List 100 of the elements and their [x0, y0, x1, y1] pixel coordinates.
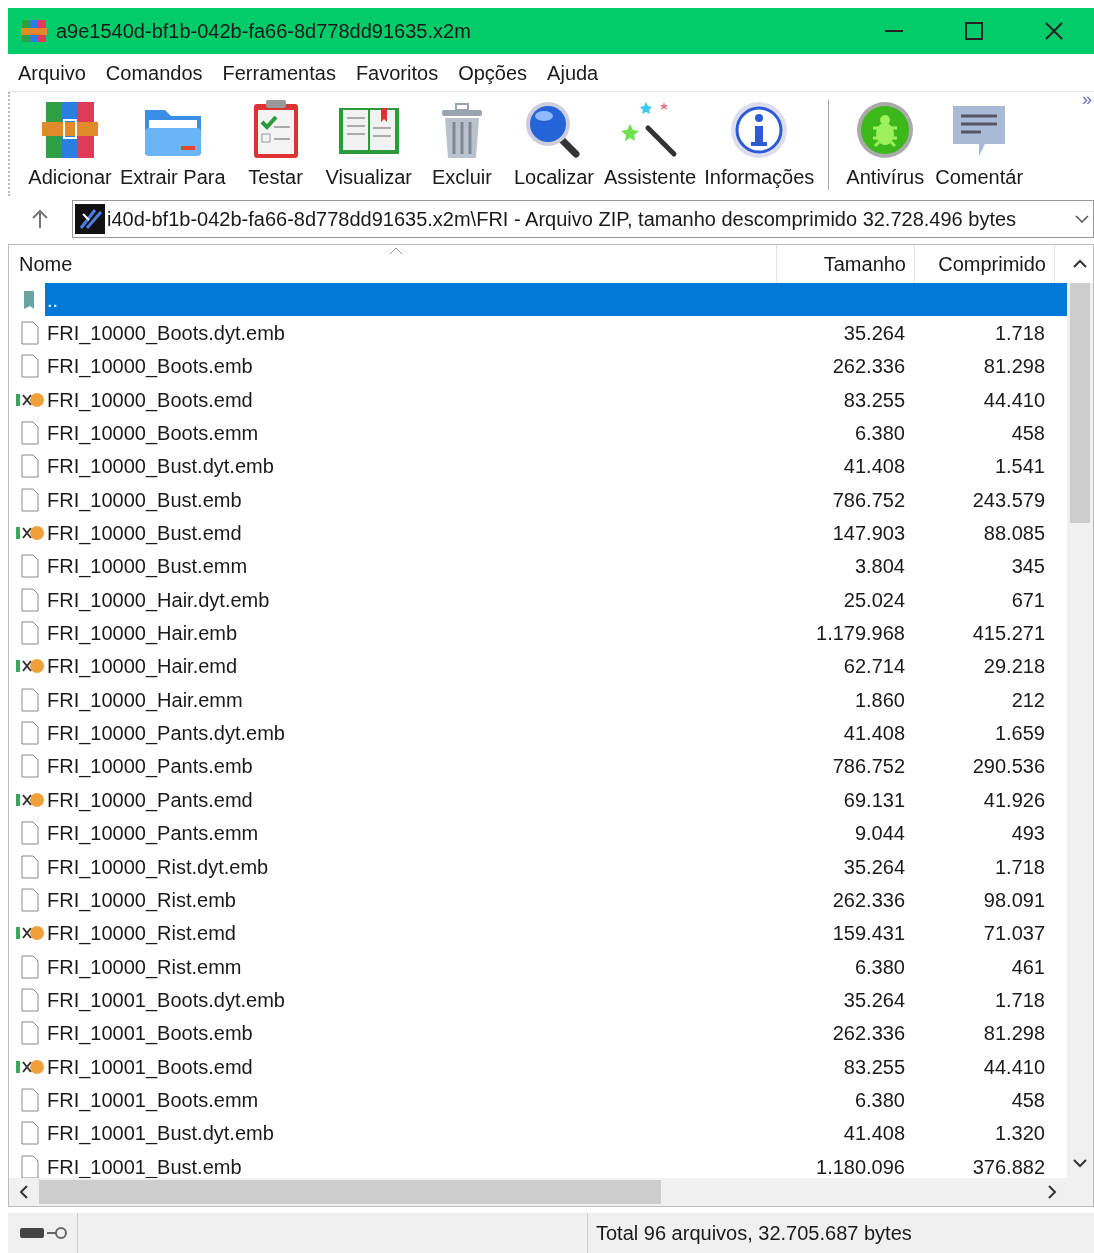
address-field[interactable]: i40d-bf1b-042b-fa66-8d778dd91635.x2m\FRI - Arquivo ZIP, tamanho descomprimido 32.728.496 bytes — [72, 200, 1094, 238]
size-text: 262.336 — [832, 354, 905, 380]
app-logo-icon — [75, 204, 105, 234]
minimize-icon — [885, 30, 903, 32]
menu-item[interactable]: Ajuda — [547, 57, 599, 88]
packed-size-text: 1.718 — [994, 987, 1045, 1013]
size-text: 41.408 — [843, 721, 905, 747]
file-row[interactable]: FRI_10000_Hair.emd 62.714 29.218 — [45, 649, 1067, 684]
file-row[interactable]: FRI_10000_Boots.emd 83.255 44.410 — [45, 383, 1067, 417]
toolbar-button[interactable]: Testar — [229, 98, 322, 192]
size-text: 41.408 — [843, 1121, 905, 1147]
file-row[interactable]: FRI_10000_Hair.dyt.emb 25.024 671 — [45, 583, 1067, 617]
file-row[interactable]: FRI_10000_Rist.dyt.emb 35.264 1.718 — [45, 849, 1067, 884]
file-row[interactable]: FRI_10000_Hair.emm 1.860 212 — [45, 683, 1067, 717]
address-text: i40d-bf1b-042b-fa66-8d778dd91635.x2m\FRI - Arquivo ZIP, tamanho descomprimido 32.728.496 bytes — [107, 207, 1018, 232]
toolbar-button[interactable]: Comentár — [931, 98, 1028, 192]
status-text: Total 96 arquivos, 32.705.687 bytes — [595, 1221, 912, 1246]
vertical-scrollbar[interactable] — [1067, 283, 1093, 1178]
more-button[interactable]: » — [1082, 86, 1092, 113]
file-row[interactable]: FRI_10000_Bust.emm 3.804 345 — [45, 549, 1067, 584]
packed-size-text: 98.091 — [983, 887, 1045, 913]
file-row[interactable]: FRI_10001_Boots.emd 83.255 44.410 — [45, 1049, 1067, 1084]
file-name: FRI_10001_Bust.dyt.emb — [46, 1121, 275, 1147]
file-row[interactable]: FRI_10001_Bust.emb 1.180.096 376.882 — [45, 1149, 1067, 1178]
size-text: 83.255 — [843, 1054, 905, 1080]
file-icon — [20, 1154, 40, 1178]
toolbar-button[interactable]: Visualizar — [321, 98, 416, 192]
file-row[interactable]: .. — [45, 283, 1067, 317]
toolbar-button[interactable]: Localizar — [507, 98, 600, 192]
toolbar-button[interactable]: Excluir — [415, 98, 508, 192]
toolbar-button[interactable]: Assistente — [599, 98, 701, 192]
size-text: 147.903 — [832, 521, 905, 547]
size-text: 6.380 — [854, 954, 905, 980]
packed-size-text: 44.410 — [983, 1054, 1045, 1080]
file-row[interactable]: FRI_10000_Rist.emb 262.336 98.091 — [45, 883, 1067, 917]
file-row[interactable]: FRI_10000_Boots.emm 6.380 458 — [45, 416, 1067, 450]
menu-item[interactable]: Favoritos — [355, 57, 439, 88]
size-text: 786.752 — [832, 487, 905, 513]
packed-size-text: 1.718 — [994, 854, 1045, 880]
file-row[interactable]: FRI_10000_Bust.emb 786.752 243.579 — [45, 483, 1067, 517]
file-name: FRI_10000_Hair.emd — [46, 654, 239, 680]
file-icon — [20, 454, 40, 479]
file-row[interactable]: FRI_10001_Boots.emb 262.336 81.298 — [45, 1016, 1067, 1050]
menu-item[interactable]: Ferramentas — [222, 57, 336, 88]
file-row[interactable]: FRI_10001_Bust.dyt.emb 41.408 1.320 — [45, 1116, 1067, 1150]
file-row[interactable]: FRI_10000_Hair.emb 1.179.968 415.271 — [45, 616, 1067, 650]
file-row[interactable]: FRI_10000_Pants.emd 69.131 41.926 — [45, 783, 1067, 817]
file-name: FRI_10000_Pants.emb — [46, 754, 254, 780]
menu-item[interactable]: Comandos — [105, 57, 203, 88]
file-row[interactable]: FRI_10000_Pants.emb 786.752 290.536 — [45, 749, 1067, 784]
file-row[interactable]: FRI_10000_Rist.emm 6.380 461 — [45, 949, 1067, 984]
menu-item[interactable]: Arquivo — [18, 57, 86, 88]
file-name: FRI_10000_Rist.emb — [46, 887, 237, 914]
file-name: .. — [46, 287, 60, 313]
file-icon — [20, 554, 40, 579]
file-row[interactable]: FRI_10000_Bust.dyt.emb 41.408 1.541 — [45, 449, 1067, 484]
file-icon — [20, 321, 40, 345]
scroll-up-icon[interactable] — [1073, 259, 1087, 269]
file-icon — [20, 854, 40, 879]
file-name: FRI_10000_Bust.emm — [46, 554, 249, 580]
file-row[interactable]: FRI_10000_Pants.dyt.emb 41.408 1.659 — [45, 716, 1067, 750]
dropdown-icon[interactable] — [1075, 214, 1089, 224]
toolbar-button[interactable]: Adicionar — [24, 98, 116, 192]
scroll-right-icon[interactable] — [1047, 1185, 1057, 1199]
size-text: 35.264 — [843, 987, 905, 1013]
size-text: 1.179.968 — [816, 621, 905, 647]
up-arrow-icon[interactable] — [30, 208, 50, 230]
file-icon — [20, 954, 40, 979]
file-name: FRI_10001_Boots.emd — [46, 1054, 254, 1081]
packed-size-text: 71.037 — [983, 921, 1045, 947]
file-name: FRI_10000_Boots.emd — [46, 387, 254, 414]
file-row[interactable]: FRI_10001_Boots.emm 6.380 458 — [45, 1083, 1067, 1117]
file-name: FRI_10001_Boots.dyt.emb — [46, 987, 286, 1014]
horizontal-scrollbar[interactable] — [9, 1178, 1093, 1206]
scrollbar-thumb[interactable] — [39, 1180, 661, 1204]
file-name: FRI_10001_Boots.emm — [46, 1087, 260, 1114]
file-row[interactable]: FRI_10000_Pants.emm 9.044 493 — [45, 816, 1067, 850]
file-icon — [20, 687, 40, 712]
window-title: a9e1540d-bf1b-042b-fa66-8d778dd91635.x2m — [56, 19, 471, 44]
toolbar-button[interactable]: Antivírus — [839, 98, 932, 192]
file-row[interactable]: FRI_10000_Rist.emd 159.431 71.037 — [45, 916, 1067, 950]
scrollbar-thumb[interactable] — [1070, 283, 1090, 523]
file-name: FRI_10000_Boots.emb — [46, 354, 254, 380]
toolbar-button[interactable]: Extrair Para — [116, 98, 230, 192]
file-row[interactable]: FRI_10001_Boots.dyt.emb 35.264 1.718 — [45, 983, 1067, 1017]
file-row[interactable]: FRI_10000_Bust.emd 147.903 88.085 — [45, 516, 1067, 550]
menu-item[interactable]: Opções — [458, 57, 528, 88]
size-text: 786.752 — [832, 754, 905, 780]
packed-size-text: 243.579 — [972, 487, 1045, 513]
scroll-left-icon[interactable] — [19, 1185, 29, 1199]
file-icon — [20, 587, 40, 612]
file-row[interactable]: FRI_10000_Boots.emb 262.336 81.298 — [45, 349, 1067, 384]
packed-size-text: 1.541 — [994, 454, 1045, 480]
file-row[interactable]: FRI_10000_Boots.dyt.emb 35.264 1.718 — [45, 316, 1067, 350]
file-name: FRI_10000_Rist.dyt.emb — [46, 854, 270, 881]
file-name: FRI_10000_Rist.emm — [46, 954, 243, 981]
close-icon — [1045, 22, 1063, 40]
toolbar-button[interactable]: Informações — [700, 98, 819, 192]
file-name: FRI_10000_Boots.emm — [46, 421, 260, 447]
scroll-down-icon[interactable] — [1073, 1158, 1087, 1168]
